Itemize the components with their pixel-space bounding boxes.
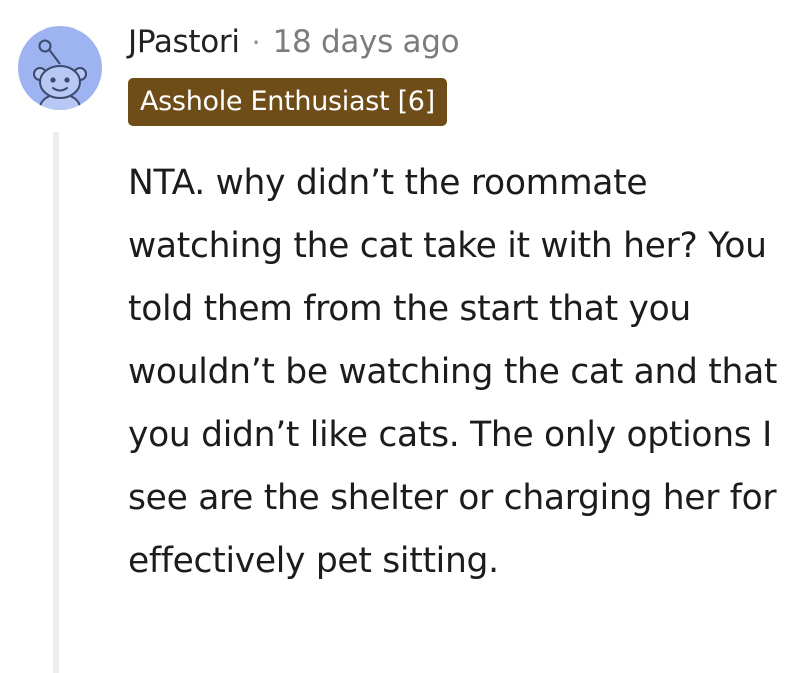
username-link[interactable]: JPastori xyxy=(128,24,240,60)
timestamp[interactable]: 18 days ago xyxy=(273,24,460,60)
separator-dot: · xyxy=(251,25,261,59)
comment-text: NTA. why didn’t the roommate watching th… xyxy=(128,163,778,581)
comment-header: JPastori · 18 days ago xyxy=(128,20,460,64)
comment-body: NTA. why didn’t the roommate watching th… xyxy=(128,152,788,593)
thread-line[interactable] xyxy=(53,132,59,673)
reddit-snoo-icon xyxy=(33,39,87,110)
user-flair-badge: Asshole Enthusiast [6] xyxy=(128,78,447,126)
avatar[interactable] xyxy=(18,26,102,110)
